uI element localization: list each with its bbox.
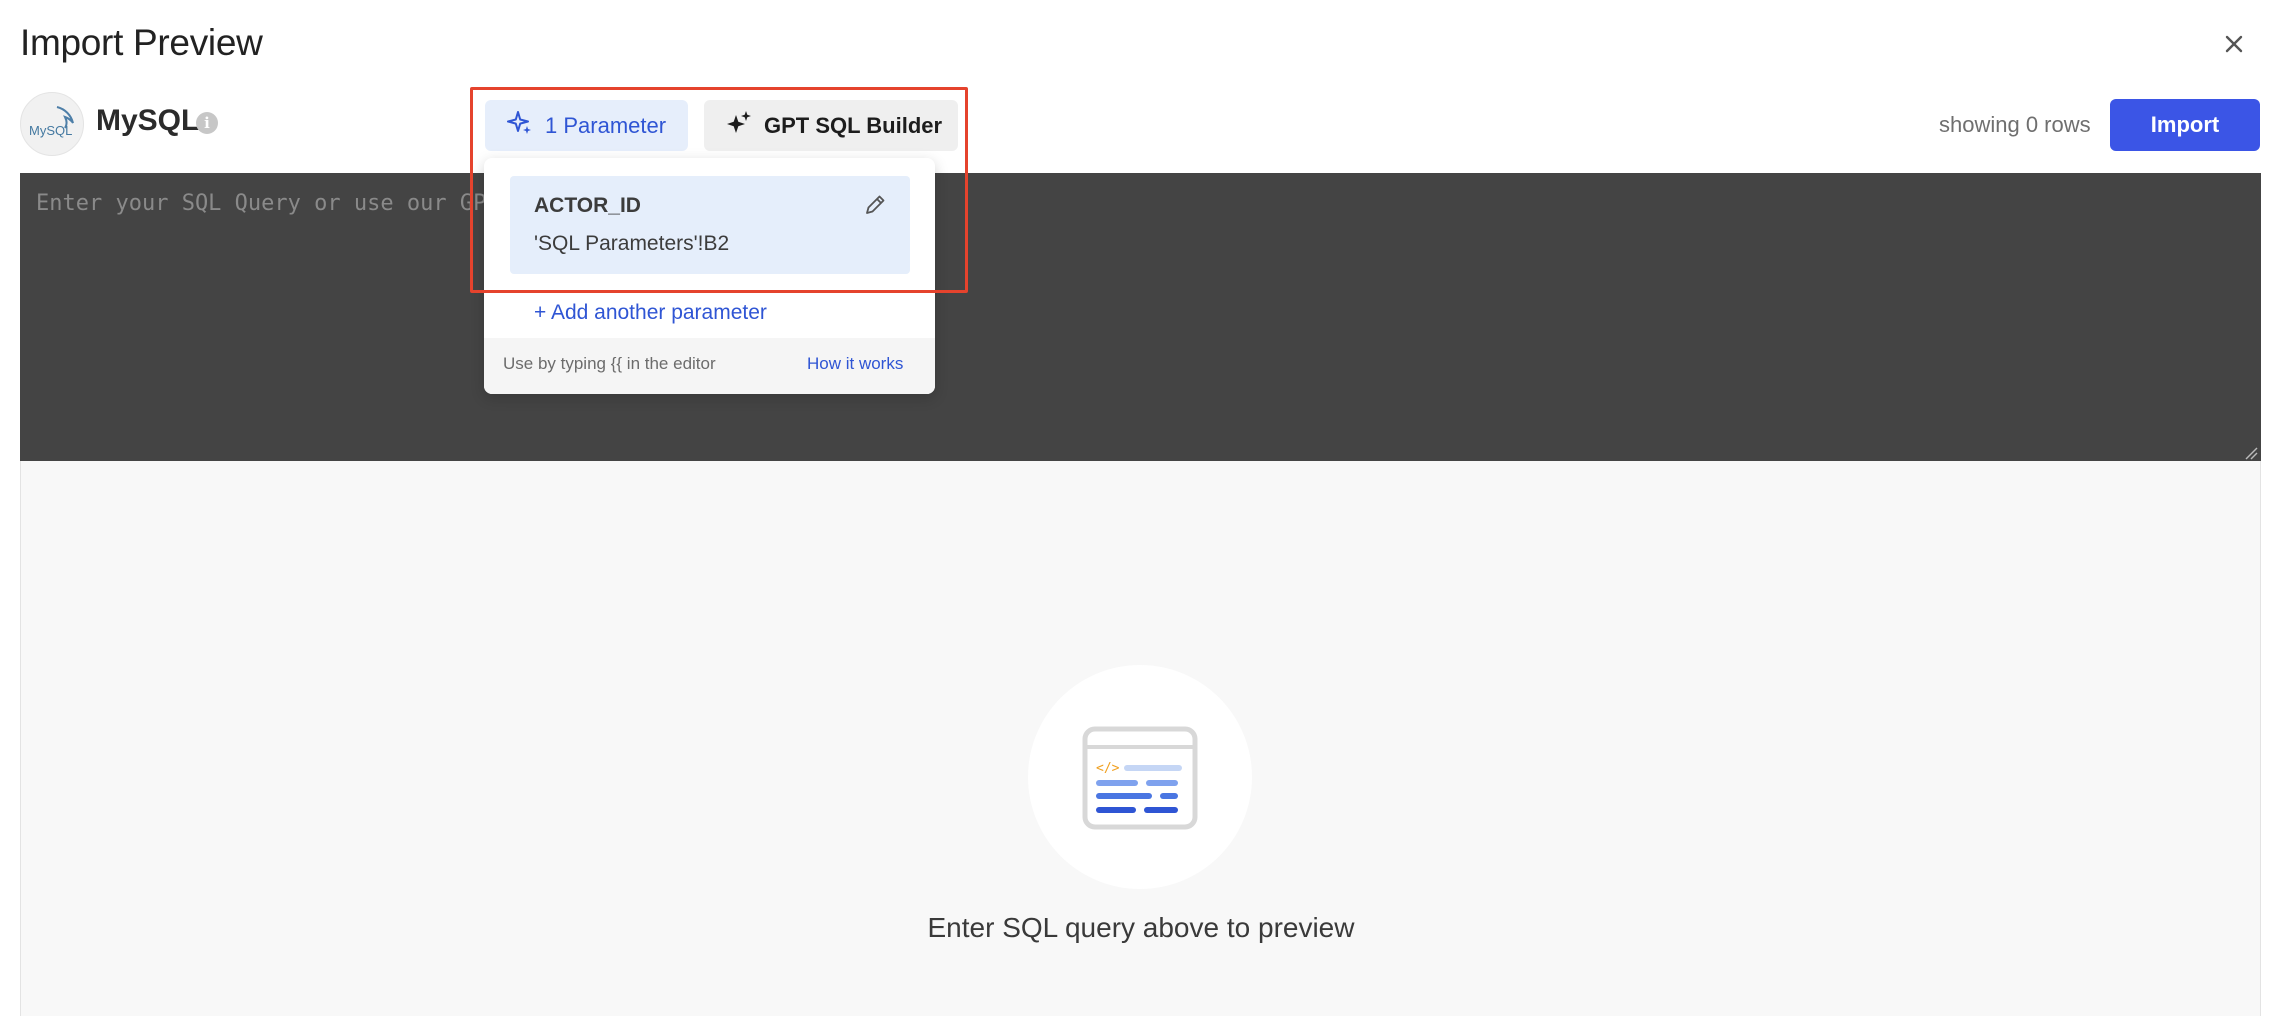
parameters-button[interactable]: 1 Parameter [485, 100, 688, 151]
usage-hint: Use by typing {{ in the editor [503, 354, 716, 373]
source-name: MySQL [96, 104, 200, 137]
empty-state-illustration: </> [1028, 665, 1252, 889]
close-icon[interactable] [2218, 28, 2250, 60]
rows-status: showing 0 rows [1939, 112, 2091, 137]
resize-handle-icon[interactable] [2244, 446, 2258, 460]
logo-text: MySQL [29, 123, 72, 138]
gpt-sql-builder-button[interactable]: GPT SQL Builder [704, 100, 958, 151]
import-preview-dialog: Import Preview MySQL MySQL i 1 Parameter [0, 0, 2282, 1016]
gpt-sql-builder-label: GPT SQL Builder [764, 112, 943, 138]
edit-pencil-icon[interactable] [862, 192, 888, 218]
code-window-icon: </> [1082, 726, 1198, 830]
how-it-works-link[interactable]: How it works [807, 354, 903, 374]
parameters-button-label: 1 Parameter [545, 112, 667, 138]
empty-state-message: Enter SQL query above to preview [927, 912, 1355, 943]
sql-query-editor[interactable] [20, 173, 2261, 461]
info-icon[interactable]: i [196, 112, 218, 134]
parameter-item[interactable]: ACTOR_ID 'SQL Parameters'!B2 [510, 176, 910, 274]
dialog-title: Import Preview [20, 22, 263, 63]
svg-text:</>: </> [1096, 761, 1120, 776]
import-button[interactable]: Import [2110, 99, 2260, 151]
parameter-value: 'SQL Parameters'!B2 [534, 232, 730, 255]
mysql-logo: MySQL [20, 92, 84, 156]
sparkle-outline-icon [507, 110, 533, 141]
parameter-name: ACTOR_ID [534, 194, 641, 217]
parameters-dropdown: ACTOR_ID 'SQL Parameters'!B2 + Add anoth… [484, 158, 935, 394]
sparkles-icon [726, 110, 752, 141]
add-parameter-link[interactable]: + Add another parameter [534, 301, 767, 325]
